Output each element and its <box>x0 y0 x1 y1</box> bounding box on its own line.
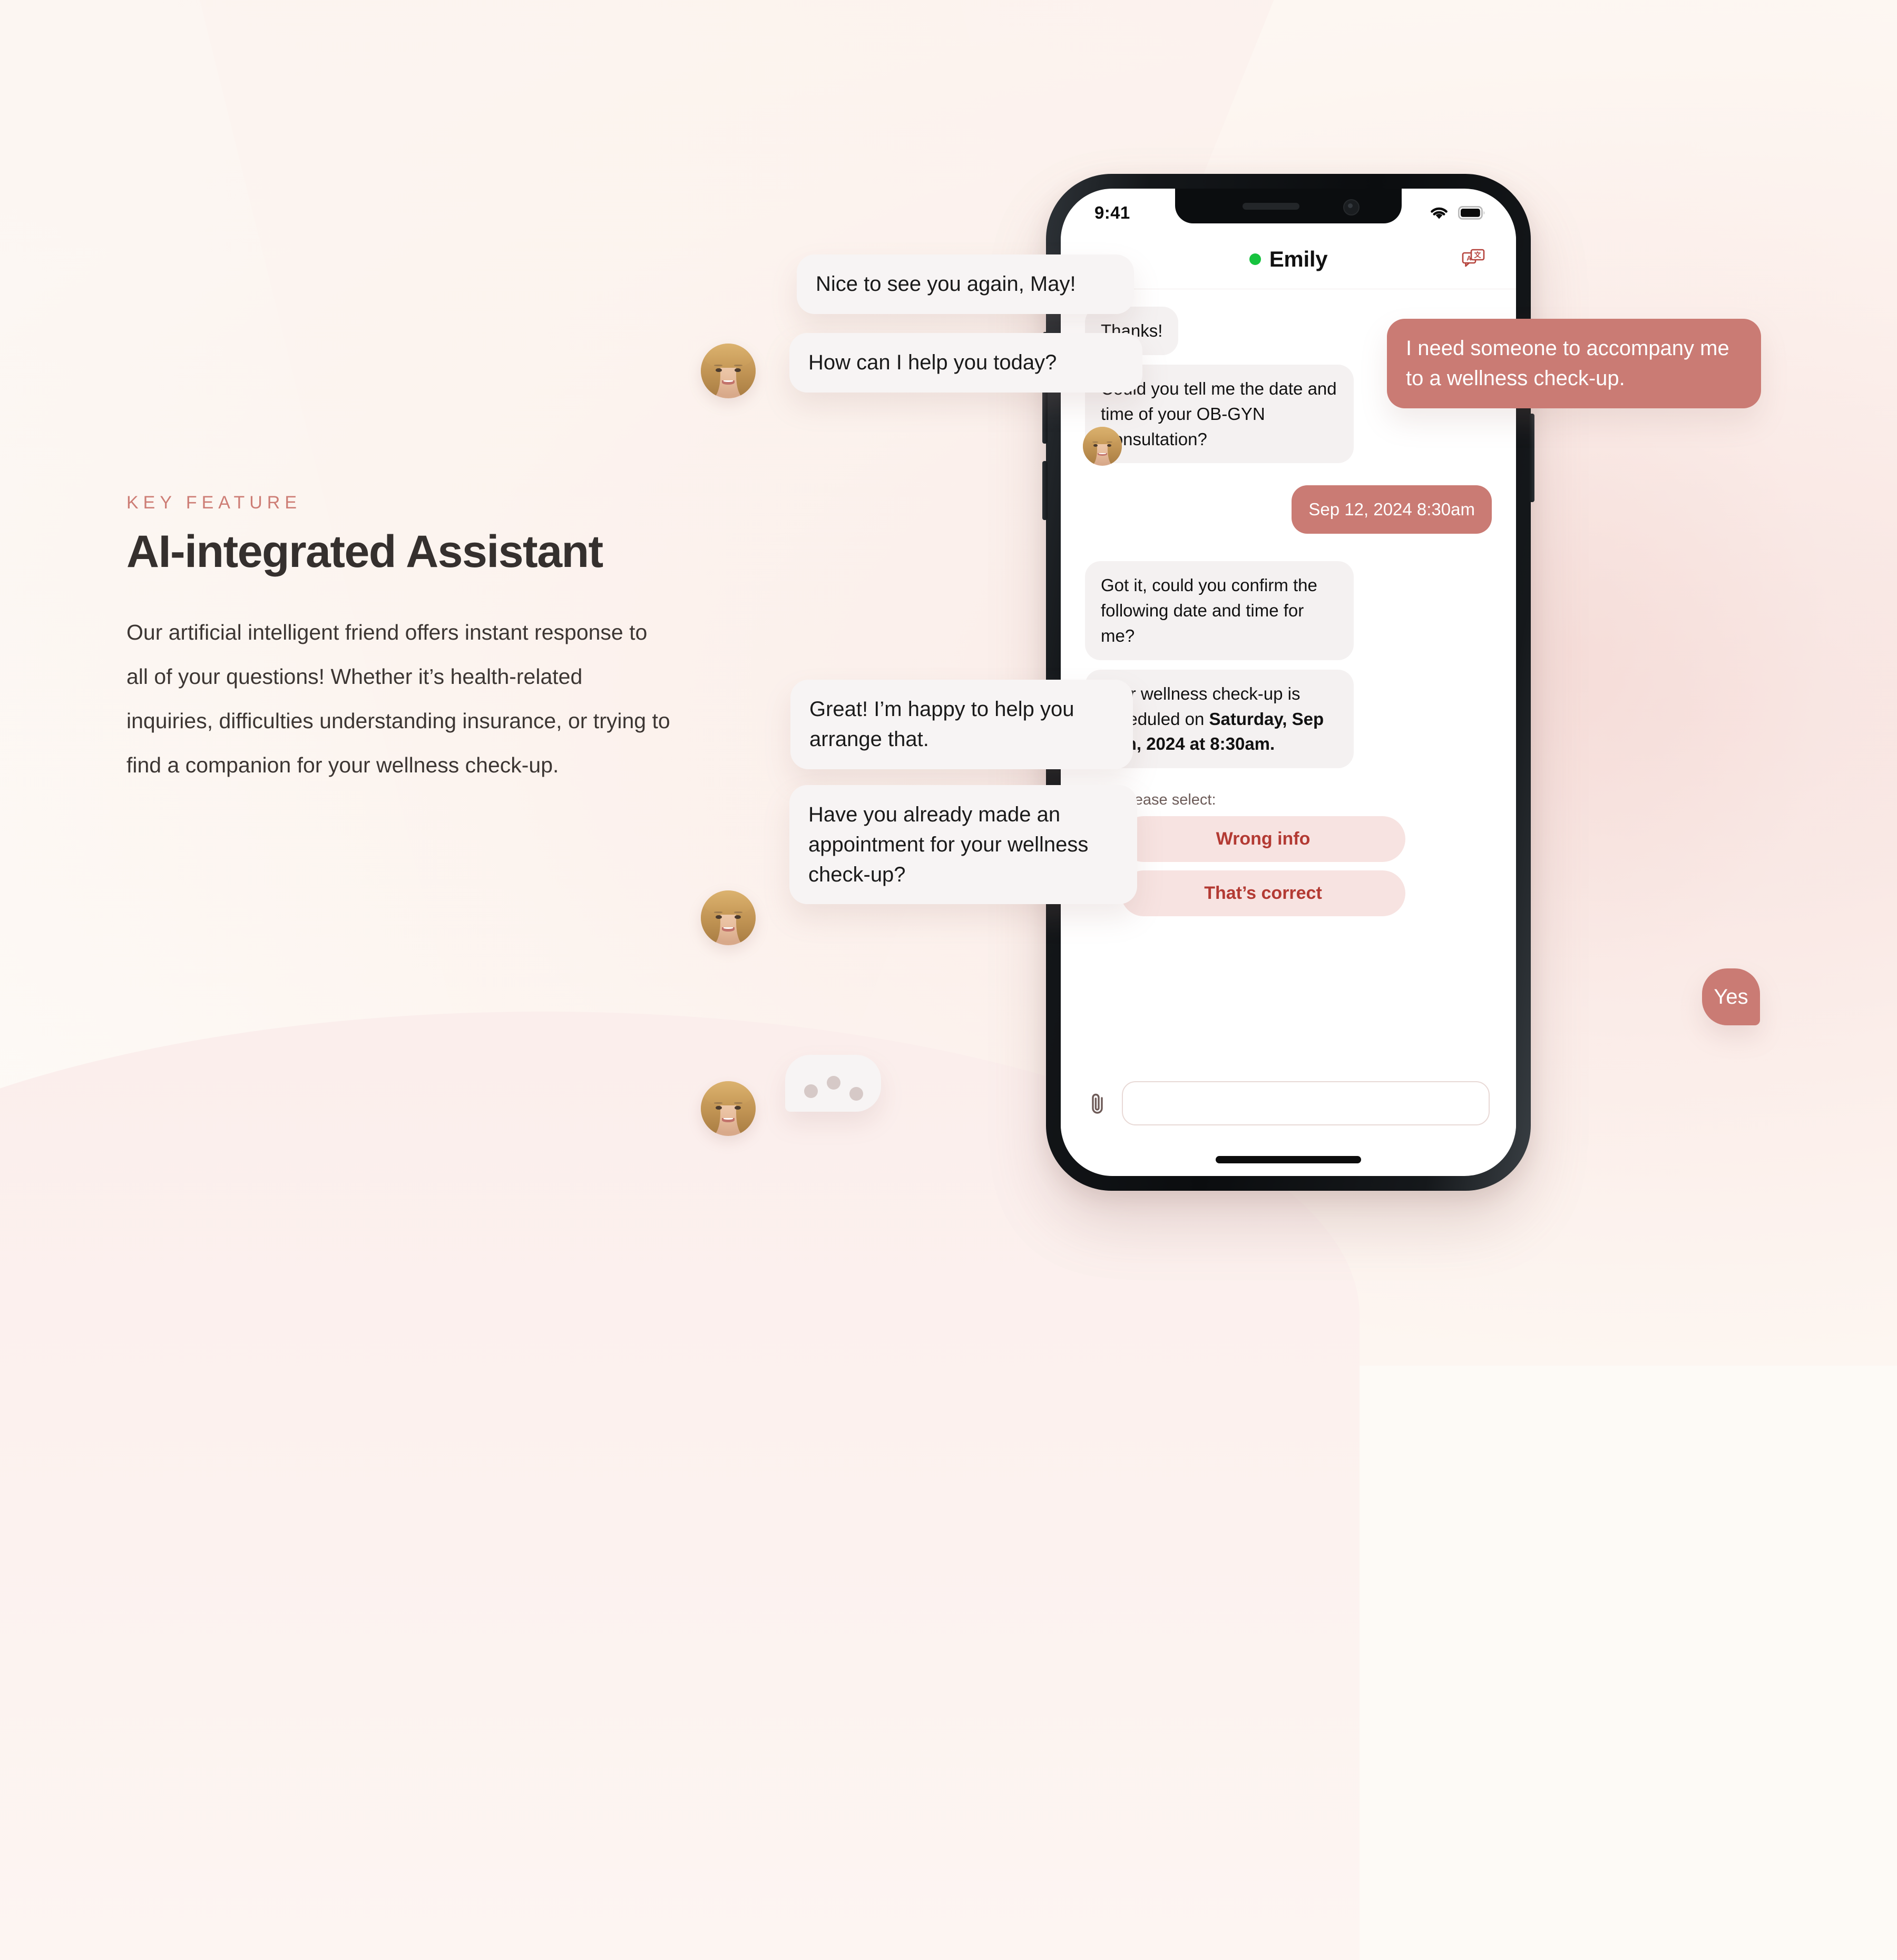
message-bubble-confirm-request: Got it, could you confirm the following … <box>1085 561 1354 660</box>
avatar <box>1083 427 1122 466</box>
status-bar-indicators <box>1429 205 1485 220</box>
thats-correct-button[interactable]: That’s correct <box>1121 870 1405 917</box>
feature-description: Our artificial intelligent friend offers… <box>126 620 670 778</box>
phone-volume-up-button[interactable] <box>1042 385 1048 444</box>
avatar <box>701 1081 756 1136</box>
contact-name-group[interactable]: Emily <box>1249 247 1328 272</box>
floating-bubble-appointment-question: Have you already made an appointment for… <box>789 785 1137 905</box>
quick-reply-prompt: Please select: <box>1121 791 1216 809</box>
feature-text-column: KEY FEATURE AI-integrated Assistant Our … <box>126 493 674 787</box>
floating-bubble-yes: Yes <box>1702 968 1760 1025</box>
paperclip-icon[interactable] <box>1084 1090 1111 1117</box>
status-bar: 9:41 <box>1061 189 1516 230</box>
contact-name: Emily <box>1269 247 1328 271</box>
wifi-icon <box>1429 205 1449 220</box>
status-bar-time: 9:41 <box>1094 203 1130 222</box>
floating-bubble-happy-to-help: Great! I’m happy to help you arrange tha… <box>790 680 1133 769</box>
wrong-info-button[interactable]: Wrong info <box>1121 816 1405 863</box>
online-status-dot <box>1249 253 1261 265</box>
phone-power-button[interactable] <box>1529 414 1534 502</box>
message-bubble-datetime: Sep 12, 2024 8:30am <box>1292 485 1492 534</box>
typing-dot <box>827 1076 840 1090</box>
message-row: Got it, could you confirm the following … <box>1085 561 1492 660</box>
message-row: Sep 12, 2024 8:30am <box>1085 485 1492 534</box>
svg-text:文: 文 <box>1474 251 1481 259</box>
floating-bubble-how-can-i-help: How can I help you today? <box>789 333 1142 393</box>
battery-icon <box>1458 206 1485 220</box>
typing-indicator <box>785 1055 881 1112</box>
floating-bubble-greeting: Nice to see you again, May! <box>797 254 1134 314</box>
message-row: Your wellness check-up is scheduled on S… <box>1085 669 1492 769</box>
translate-icon[interactable]: A 文 <box>1458 244 1489 275</box>
message-input[interactable] <box>1122 1081 1490 1125</box>
quick-reply-block: Please select: Wrong info That’s correct <box>1085 791 1492 917</box>
avatar <box>701 890 756 945</box>
message-composer <box>1061 1072 1516 1135</box>
floating-bubble-user-request: I need someone to accompany me to a well… <box>1387 319 1761 408</box>
feature-eyebrow: KEY FEATURE <box>126 493 302 513</box>
typing-dot <box>804 1084 818 1098</box>
avatar <box>701 344 756 398</box>
page-title: AI-integrated Assistant <box>126 526 603 577</box>
phone-volume-down-button[interactable] <box>1042 461 1048 520</box>
home-indicator[interactable] <box>1216 1156 1361 1163</box>
typing-dot <box>849 1087 863 1101</box>
